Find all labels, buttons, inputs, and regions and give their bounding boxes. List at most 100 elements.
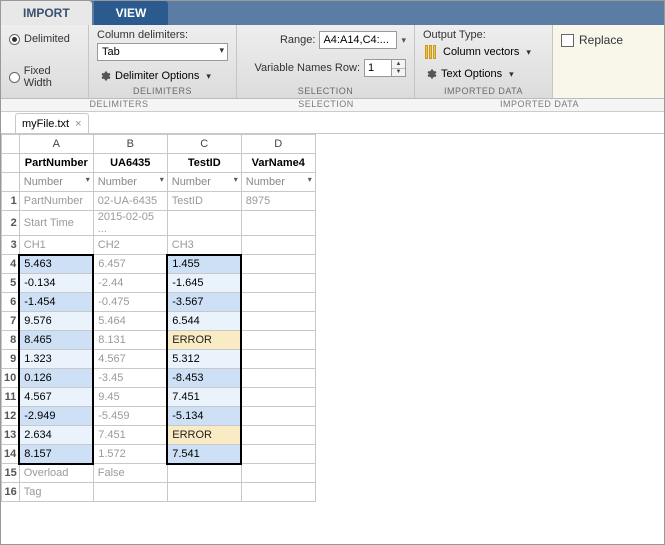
cell[interactable] — [241, 293, 315, 312]
range-input[interactable]: A4:A14,C4:... — [319, 31, 397, 49]
row-number[interactable]: 1 — [2, 192, 20, 211]
cell[interactable] — [167, 211, 241, 236]
cell[interactable]: 1.455 — [167, 255, 241, 274]
cell[interactable] — [93, 483, 167, 502]
tab-view[interactable]: VIEW — [94, 1, 169, 25]
radio-delimited[interactable]: Delimited — [9, 29, 80, 49]
cell[interactable]: Overload — [19, 464, 93, 483]
spinner-up-icon[interactable]: ▲ — [392, 60, 405, 69]
row-number[interactable]: 7 — [2, 312, 20, 331]
row-number[interactable]: 6 — [2, 293, 20, 312]
cell[interactable]: 7.451 — [93, 426, 167, 445]
radio-fixed-width[interactable]: Fixed Width — [9, 67, 80, 87]
cell[interactable]: 02-UA-6435 — [93, 192, 167, 211]
cell[interactable] — [241, 255, 315, 274]
cell[interactable]: 8.157 — [19, 445, 93, 464]
cell[interactable]: 0.126 — [19, 369, 93, 388]
data-grid[interactable]: A B C D PartNumber UA6435 TestID VarName… — [1, 134, 316, 502]
cell[interactable]: -2.949 — [19, 407, 93, 426]
col-name-d[interactable]: VarName4 — [241, 154, 315, 173]
cell[interactable]: -2.44 — [93, 274, 167, 293]
row-number[interactable]: 14 — [2, 445, 20, 464]
col-type-c[interactable]: Number — [167, 173, 241, 192]
cell[interactable]: CH3 — [167, 236, 241, 255]
cell[interactable]: -5.134 — [167, 407, 241, 426]
row-number[interactable]: 4 — [2, 255, 20, 274]
cell[interactable] — [241, 331, 315, 350]
cell[interactable]: 8975 — [241, 192, 315, 211]
cell[interactable]: -1.645 — [167, 274, 241, 293]
cell[interactable]: PartNumber — [19, 192, 93, 211]
cell[interactable]: -8.453 — [167, 369, 241, 388]
row-number[interactable]: 16 — [2, 483, 20, 502]
tab-import[interactable]: IMPORT — [1, 1, 92, 25]
file-tab[interactable]: myFile.txt × — [15, 113, 89, 133]
col-letter-c[interactable]: C — [167, 135, 241, 154]
cell[interactable]: 1.323 — [19, 350, 93, 369]
varnames-row-input[interactable]: 1 — [364, 59, 392, 77]
cell[interactable]: 2.634 — [19, 426, 93, 445]
cell[interactable]: -0.475 — [93, 293, 167, 312]
col-letter-b[interactable]: B — [93, 135, 167, 154]
spinner-down-icon[interactable]: ▼ — [392, 69, 405, 77]
cell[interactable]: 8.131 — [93, 331, 167, 350]
row-number[interactable]: 8 — [2, 331, 20, 350]
replace-checkbox-row[interactable]: Replace — [561, 29, 656, 51]
cell[interactable]: ERROR — [167, 426, 241, 445]
cell[interactable]: 2015-02-05 ... — [93, 211, 167, 236]
cell[interactable] — [241, 369, 315, 388]
col-type-d[interactable]: Number — [241, 173, 315, 192]
cell[interactable]: 5.464 — [93, 312, 167, 331]
cell[interactable]: TestID — [167, 192, 241, 211]
delimiter-options-button[interactable]: Delimiter Options — [97, 67, 228, 85]
row-number[interactable]: 10 — [2, 369, 20, 388]
row-number[interactable]: 12 — [2, 407, 20, 426]
cell[interactable]: 9.576 — [19, 312, 93, 331]
cell[interactable]: 6.457 — [93, 255, 167, 274]
cell[interactable] — [241, 350, 315, 369]
row-number[interactable]: 2 — [2, 211, 20, 236]
cell[interactable] — [241, 407, 315, 426]
cell[interactable]: -1.454 — [19, 293, 93, 312]
cell[interactable]: 6.544 — [167, 312, 241, 331]
cell[interactable] — [241, 426, 315, 445]
cell[interactable]: 8.465 — [19, 331, 93, 350]
varnames-row-spinner[interactable]: ▲ ▼ — [392, 59, 406, 77]
cell[interactable]: 5.463 — [19, 255, 93, 274]
cell[interactable]: 9.45 — [93, 388, 167, 407]
cell[interactable]: CH1 — [19, 236, 93, 255]
cell[interactable]: 7.451 — [167, 388, 241, 407]
text-options-button[interactable]: Text Options — [423, 65, 544, 83]
row-number[interactable]: 15 — [2, 464, 20, 483]
cell[interactable]: -3.567 — [167, 293, 241, 312]
cell[interactable] — [241, 236, 315, 255]
cell[interactable]: 4.567 — [93, 350, 167, 369]
col-name-c[interactable]: TestID — [167, 154, 241, 173]
cell[interactable] — [241, 211, 315, 236]
col-type-b[interactable]: Number — [93, 173, 167, 192]
cell[interactable] — [241, 388, 315, 407]
cell[interactable]: ERROR — [167, 331, 241, 350]
output-type-select[interactable]: Column vectors — [423, 43, 544, 61]
col-name-b[interactable]: UA6435 — [93, 154, 167, 173]
col-name-a[interactable]: PartNumber — [19, 154, 93, 173]
row-number[interactable]: 3 — [2, 236, 20, 255]
cell[interactable]: Tag — [19, 483, 93, 502]
cell[interactable] — [241, 483, 315, 502]
cell[interactable] — [167, 483, 241, 502]
cell[interactable]: -0.134 — [19, 274, 93, 293]
cell[interactable] — [241, 464, 315, 483]
cell[interactable]: False — [93, 464, 167, 483]
cell[interactable] — [241, 445, 315, 464]
row-number[interactable]: 5 — [2, 274, 20, 293]
row-number[interactable]: 9 — [2, 350, 20, 369]
col-letter-a[interactable]: A — [19, 135, 93, 154]
cell[interactable]: -5.459 — [93, 407, 167, 426]
row-number[interactable]: 11 — [2, 388, 20, 407]
cell[interactable]: -3.45 — [93, 369, 167, 388]
col-type-a[interactable]: Number — [19, 173, 93, 192]
col-delimiters-select[interactable]: Tab — [97, 43, 228, 61]
close-icon[interactable]: × — [75, 118, 81, 130]
cell[interactable]: Start Time — [19, 211, 93, 236]
col-letter-d[interactable]: D — [241, 135, 315, 154]
